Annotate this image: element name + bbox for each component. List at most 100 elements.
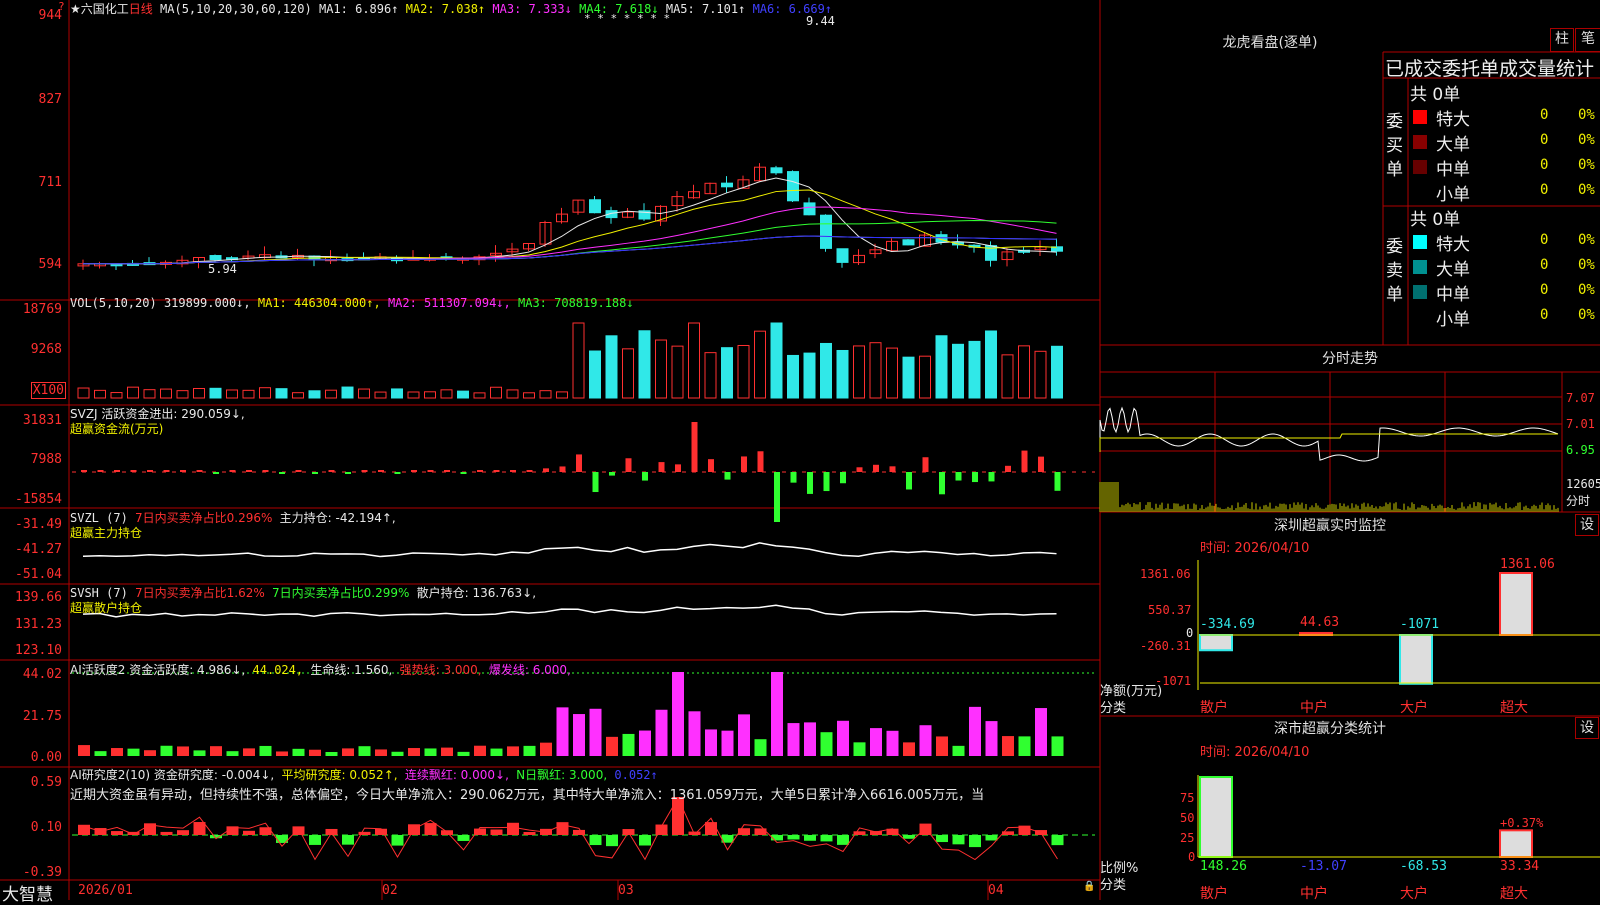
fund-flow-bar [774, 472, 780, 522]
help-icon[interactable]: ? [58, 0, 65, 13]
research-bar [342, 835, 354, 845]
price-tick: 711 [38, 175, 62, 190]
vol-value: 319899.000↓, [163, 296, 251, 310]
intraday-tick: 6.95 [1566, 443, 1595, 457]
fund-flow-bar [955, 472, 962, 481]
volume-bar [308, 390, 321, 399]
volume-bar [160, 388, 172, 399]
ai1-tick: 21.75 [22, 709, 62, 724]
category-label: 散户 [1200, 700, 1228, 716]
ai2-header: AI研究度2(10) 资金研究度: -0.004↓, 平均研究度: 0.052↑… [70, 766, 658, 783]
fund-flow-bar [147, 470, 153, 472]
activity-bar [507, 746, 519, 756]
order-count: 0 [1540, 232, 1549, 248]
volume-bar [94, 389, 106, 399]
volume-bar [952, 343, 964, 399]
fund-flow-bar [295, 470, 302, 472]
volume-bar [176, 390, 189, 399]
svzj-tick: 7988 [30, 452, 62, 467]
svsh-tick: 131.23 [15, 617, 62, 632]
fund-flow-bar [642, 472, 648, 481]
chart-canvas[interactable] [0, 0, 1600, 900]
activity-bar [903, 742, 915, 756]
fund-flow-bar [889, 466, 896, 472]
moving-average-line [83, 189, 1057, 265]
order-size-label: 大单 [1436, 260, 1470, 280]
bar-view-button[interactable]: 柱 [1550, 28, 1574, 52]
volume-bar [803, 352, 816, 399]
activity-bar [1018, 736, 1031, 756]
order-percent: 0% [1578, 257, 1595, 273]
category-value: 33.34 [1500, 859, 1540, 874]
volume-bar [1051, 345, 1063, 399]
candle-body [803, 202, 816, 216]
svzl-ratio: 7日内买卖净占比0.296% [135, 511, 273, 525]
svsh-position: 散户持仓: 136.763↓, [416, 586, 537, 600]
svzl-position: 主力持仓: -42.194↑, [279, 511, 396, 525]
order-size-label: 特大 [1436, 110, 1470, 130]
research-bar [606, 835, 618, 847]
order-size-label: 特大 [1436, 235, 1470, 255]
activity-bar [391, 751, 404, 756]
activity-bar [540, 742, 552, 756]
volume-bar [869, 342, 882, 399]
vol-ma1: MA1: 446304.000↑, [257, 296, 381, 310]
category-value: 148.26 [1200, 859, 1247, 874]
research-bar [424, 823, 437, 835]
star-markers: * * * * * * * [584, 12, 671, 25]
activity-bar [705, 729, 717, 756]
ai2-tick: 0.59 [30, 775, 62, 790]
sz-monitor-settings-button[interactable]: 设 [1575, 514, 1599, 536]
tick-view-button[interactable]: 笔 [1575, 28, 1600, 52]
volume-bar [539, 390, 552, 399]
activity-bar [408, 748, 420, 756]
order-percent: 0% [1578, 132, 1595, 148]
svzl-subtitle: 超赢主力持仓 [70, 526, 143, 540]
activity-bar [573, 714, 585, 756]
fund-flow-bar [708, 459, 714, 472]
volume-bar [853, 345, 865, 399]
sz-monitor-tick: -260.31 [1140, 639, 1191, 653]
fund-flow-bar [477, 470, 483, 472]
fund-flow-bar [180, 470, 186, 472]
order-count: 0 [1540, 157, 1549, 173]
category-label: 散户 [1200, 886, 1228, 902]
app-logo[interactable]: 大智慧 [2, 880, 53, 905]
lock-icon[interactable]: 🔒 [1083, 881, 1095, 892]
period-label[interactable]: 日线 [129, 2, 153, 16]
research-bar [952, 835, 965, 845]
fund-flow-bar [394, 472, 401, 474]
activity-bar [870, 728, 882, 756]
research-bar [556, 822, 569, 835]
fund-flow-bar [741, 456, 747, 472]
activity-bar [622, 733, 635, 756]
fund-flow-bar [196, 470, 203, 472]
fund-flow-bar [988, 472, 995, 482]
sz-monitor-category-label: 分类 [1100, 701, 1127, 716]
category-label: 超大 [1500, 886, 1528, 902]
fund-flow-bar [130, 470, 137, 472]
activity-bar [886, 730, 899, 756]
volume-bar [622, 348, 634, 399]
fund-flow-bar [526, 470, 533, 472]
svsh-tick: 123.10 [15, 643, 62, 658]
activity-bar [325, 751, 338, 756]
category-label: 超大 [1500, 700, 1528, 716]
activity-bar [672, 672, 684, 756]
activity-bar [160, 745, 173, 756]
fund-flow-bar [1021, 450, 1028, 472]
order-count: 0 [1540, 132, 1549, 148]
svzj-subtitle: 超赢资金流(万元) [70, 422, 164, 436]
stock-name[interactable]: ★六国化工 [70, 2, 129, 16]
candle-body [209, 255, 222, 261]
category-label: 中户 [1300, 700, 1328, 716]
volume-bar [374, 391, 387, 399]
activity-bar [226, 751, 239, 756]
fund-flow-bar [411, 470, 417, 472]
activity-bar [655, 709, 668, 756]
sz-class-settings-button[interactable]: 设 [1575, 717, 1599, 739]
fund-flow-bar [592, 472, 599, 493]
ma3-label: MA3: 7.333↓ [492, 2, 572, 16]
class-bar [1199, 776, 1233, 858]
activity-bar [606, 736, 618, 756]
